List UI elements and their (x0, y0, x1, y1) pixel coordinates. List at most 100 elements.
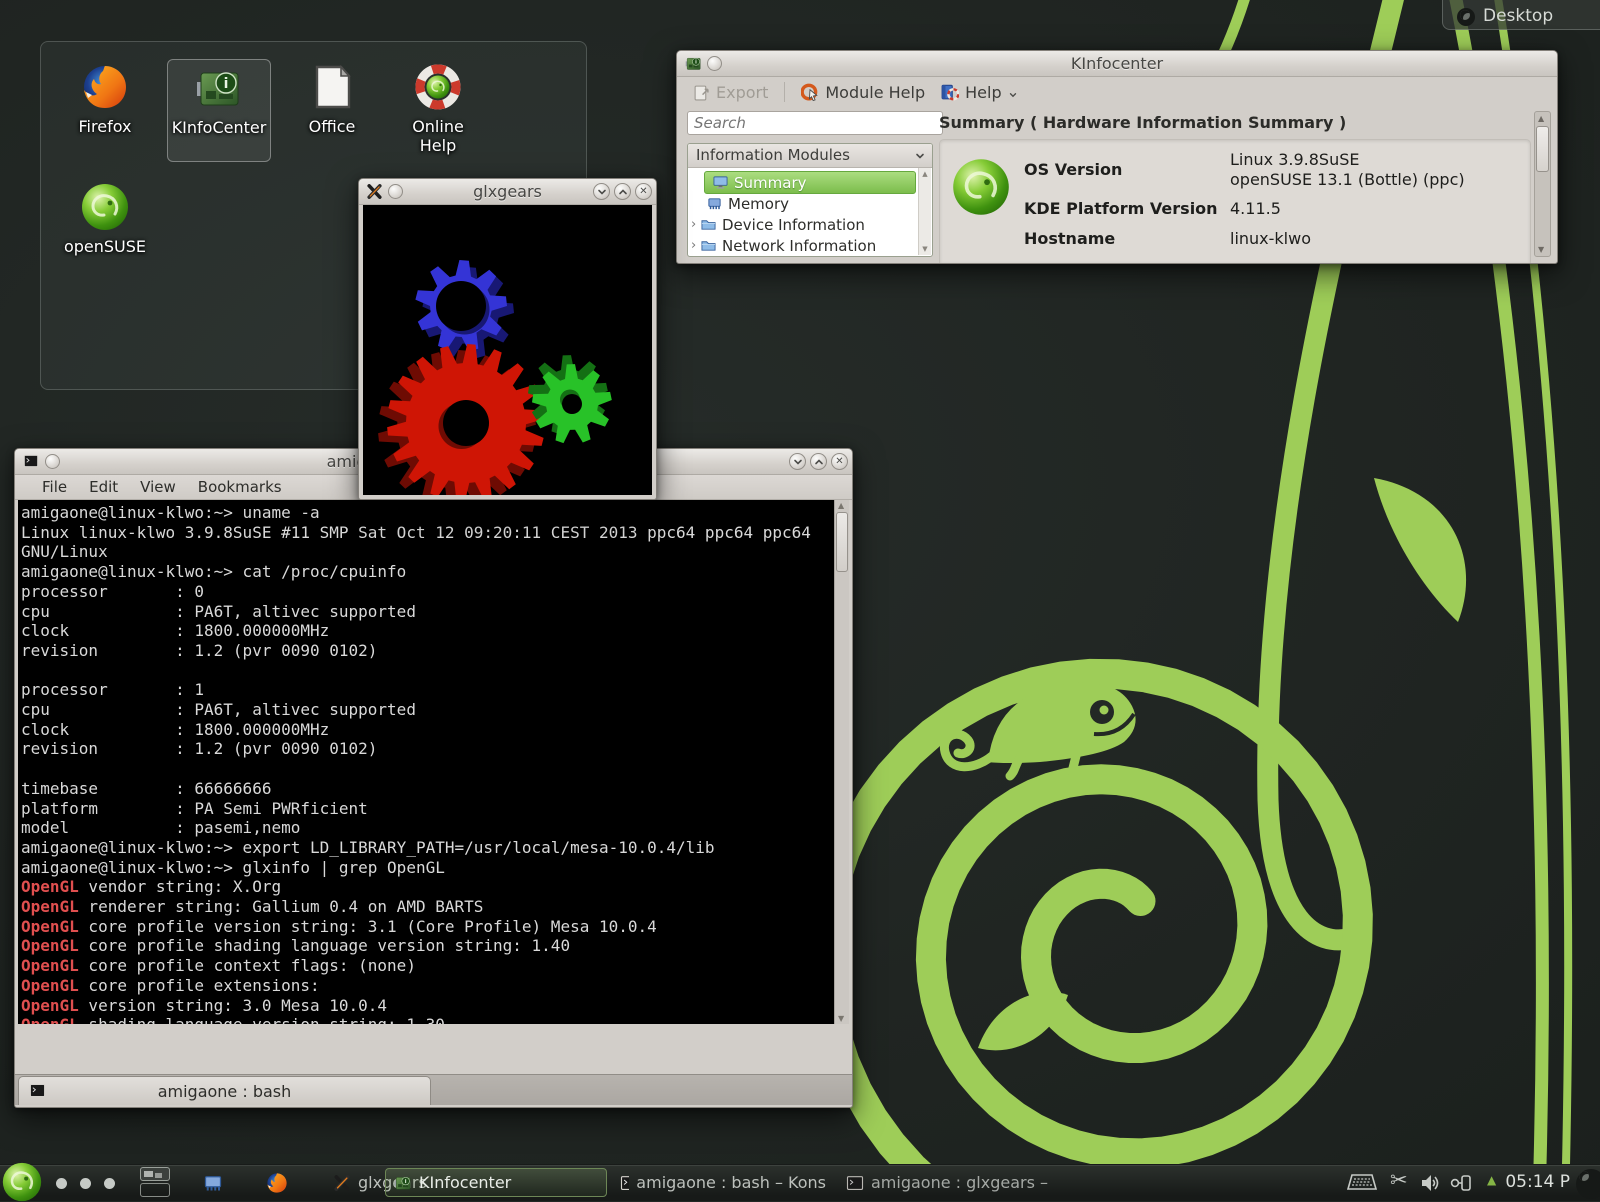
folder-icon (701, 238, 716, 253)
desktop-icon-opensuse[interactable]: openSUSE (53, 183, 157, 256)
xorg-icon (333, 1174, 351, 1192)
kinfocenter-titlebar[interactable]: KInfocenter ? ✕ (677, 51, 1557, 77)
konsole-icon (620, 1174, 629, 1192)
window-menu-button[interactable] (707, 56, 722, 71)
glxgears-titlebar[interactable]: glxgears ✕ (359, 179, 656, 205)
pager-desktop-1[interactable] (140, 1167, 170, 1181)
info-label: Hostname (1024, 229, 1115, 248)
quicklaunch-firefox-icon[interactable] (266, 1172, 288, 1194)
maximize-button[interactable] (810, 453, 827, 470)
desktop-icon-firefox[interactable]: Firefox (53, 63, 157, 136)
close-button[interactable]: ✕ (831, 453, 848, 470)
digital-clock[interactable]: 05:14 P (1505, 1172, 1570, 1192)
export-button[interactable]: Export (693, 83, 768, 102)
scrollbar-thumb[interactable] (1536, 126, 1549, 172)
export-icon (693, 84, 710, 101)
konsole-icon (846, 1174, 864, 1192)
info-label: OS Version (1024, 160, 1122, 179)
module-help-button[interactable]: Module Help (801, 83, 925, 102)
window-menu-button[interactable] (45, 454, 60, 469)
desktop-icon-label: Firefox (53, 117, 157, 136)
desktop-icon-label: openSUSE (53, 237, 157, 256)
cashew-icon (1457, 8, 1475, 26)
minimize-button[interactable] (789, 453, 806, 470)
task-konsole-glxgears[interactable]: amigaone : glxgears – (838, 1168, 1060, 1197)
desktop-toolbox[interactable]: Desktop (1442, 0, 1600, 30)
expander-icon[interactable]: › (691, 217, 701, 232)
menu-file[interactable]: File (31, 478, 78, 496)
help-book-icon (941, 83, 959, 101)
info-value: openSUSE 13.1 (Bottle) (ppc) (1230, 170, 1465, 189)
terminal-output[interactable]: amigaone@linux-klwo:~> uname -aLinux lin… (18, 500, 835, 1024)
pager-desktop-2[interactable] (140, 1183, 170, 1197)
expander-icon[interactable]: › (691, 238, 701, 253)
klipper-scissors-icon[interactable]: ✂ (1390, 1168, 1408, 1192)
chevron-down-icon (914, 150, 926, 162)
tab-amigaone-bash[interactable]: amigaone : bash (18, 1076, 431, 1105)
folder-icon (701, 217, 716, 232)
module-tree-panel: Information Modules Summary › Memory › D… (687, 143, 933, 257)
desktop-icon-label: Online Help (398, 117, 478, 155)
toolbar-separator (784, 82, 785, 102)
memory-icon (707, 196, 722, 211)
launcher-dot[interactable] (80, 1178, 91, 1189)
window-scrollbar[interactable]: ▲ ▼ (1534, 111, 1551, 257)
kinfocenter-window: KInfocenter ? ✕ Export Module Help Help … (676, 50, 1558, 264)
module-heading: Summary ( Hardware Information Summary ) (939, 113, 1346, 132)
tray-expand-arrow-icon[interactable]: ▲ (1487, 1173, 1496, 1187)
kickoff-launcher-icon[interactable] (2, 1162, 42, 1202)
info-value: Linux 3.9.8SuSE (1230, 150, 1359, 169)
kinfocenter-toolbar: Export Module Help Help (677, 77, 1557, 107)
close-button[interactable]: ✕ (635, 183, 652, 200)
window-title: glxgears (473, 182, 542, 201)
kinfocenter-window-icon (685, 55, 702, 72)
module-combo[interactable]: Information Modules (688, 144, 932, 168)
tab-label: amigaone : bash (19, 1082, 430, 1101)
konsole-tabbar: amigaone : bash (15, 1074, 852, 1105)
scrollbar-thumb[interactable] (836, 512, 848, 572)
taskbar-panel: glxgears KInfocenter amigaone : bash – K… (0, 1164, 1600, 1201)
tree-item-summary[interactable]: Summary (704, 171, 916, 194)
desktop-icon-label: Office (280, 117, 384, 136)
window-title: KInfocenter (1071, 54, 1163, 73)
toolbox-label: Desktop (1483, 6, 1553, 26)
window-menu-button[interactable] (388, 184, 403, 199)
terminal-scrollbar[interactable]: ▲ ▼ (834, 500, 849, 1024)
tree-item-device-information[interactable]: › Device Information (688, 214, 918, 235)
terminal-text: amigaone@linux-klwo:~> uname -aLinux lin… (18, 500, 835, 1024)
firefox-icon (81, 63, 129, 111)
task-konsole-bash[interactable]: amigaone : bash – Kons (612, 1168, 834, 1197)
opensuse-logo-icon (952, 158, 1010, 216)
search-input[interactable] (687, 111, 943, 135)
help-button[interactable]: Help (941, 83, 1017, 102)
task-kinfocenter[interactable]: KInfocenter (385, 1168, 607, 1197)
desktop-icon-kinfocenter[interactable]: KInfoCenter (167, 59, 271, 162)
glxgears-window: glxgears ✕ (358, 178, 657, 500)
menu-bookmarks[interactable]: Bookmarks (187, 478, 293, 496)
desktop-icon-office[interactable]: Office (280, 63, 384, 136)
gears-graphic (363, 205, 652, 495)
menu-edit[interactable]: Edit (78, 478, 129, 496)
launcher-dot[interactable] (56, 1178, 67, 1189)
keyboard-layout-icon[interactable] (1346, 1172, 1378, 1194)
panel-cashew-icon[interactable] (1576, 1169, 1600, 1199)
minimize-button[interactable] (593, 183, 610, 200)
menu-view[interactable]: View (129, 478, 187, 496)
office-icon (308, 63, 356, 111)
device-notifier-icon[interactable] (1450, 1173, 1472, 1193)
tree-scrollbar[interactable]: ▲▼ (918, 168, 931, 255)
opensuse-icon (81, 183, 129, 231)
launcher-dot[interactable] (104, 1178, 115, 1189)
chevron-down-icon (1008, 90, 1018, 100)
tree-item-network-information[interactable]: › Network Information (688, 235, 918, 256)
quicklaunch-files-icon[interactable] (203, 1173, 223, 1193)
kinfocenter-icon (394, 1174, 412, 1192)
konsole-window-icon (23, 453, 39, 469)
maximize-button[interactable] (614, 183, 631, 200)
tree-item-memory[interactable]: › Memory (688, 193, 918, 214)
volume-icon[interactable] (1420, 1173, 1440, 1193)
online-help-icon (414, 63, 462, 111)
summary-panel: OS Version Linux 3.9.8SuSE openSUSE 13.1… (939, 139, 1531, 263)
monitor-icon (713, 175, 728, 190)
desktop-icon-online-help[interactable]: Online Help (386, 63, 490, 155)
